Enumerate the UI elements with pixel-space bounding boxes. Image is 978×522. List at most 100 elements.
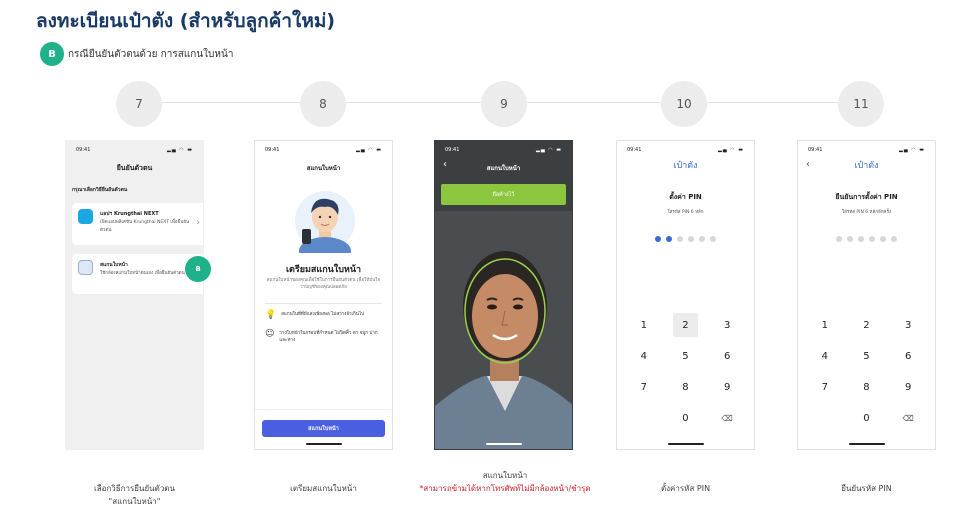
step-9-caption: สแกนใบหน้า *สามารถข้ามได้หากโทรศัพท์ไม่ม…: [410, 469, 600, 495]
keypad-key[interactable]: 2: [672, 313, 699, 337]
caption-line: "สแกนใบหน้า": [108, 497, 161, 506]
pin-dot: [869, 236, 875, 242]
keypad-key[interactable]: 7: [623, 375, 665, 399]
pin-dot: [699, 236, 705, 242]
home-indicator: [848, 443, 885, 445]
step-number: 10: [661, 81, 707, 127]
timeline-connector: [707, 102, 838, 103]
camera-face-preview: [435, 211, 572, 449]
method-label: กรุณาเลือกวิธียืนยันตัวตน: [72, 187, 128, 193]
status-bar: 09:41 ▂▄ ◠ ▬: [808, 147, 925, 153]
caption-note: *สามารถข้ามได้หากโทรศัพท์ไม่มีกล้องหน้า/…: [419, 484, 591, 493]
app-title: เป๋าตัง: [673, 161, 698, 171]
option-face-scan[interactable]: สแกนใบหน้า ใช้กล้องสแกนใบหน้าตนเอง เพื่อ…: [72, 254, 203, 294]
status-time: 09:41: [627, 147, 642, 153]
keypad-key[interactable]: 1: [804, 313, 846, 337]
keypad-key[interactable]: 1: [623, 313, 665, 337]
pin-dot: [710, 236, 716, 242]
pin-dot: [688, 236, 694, 242]
method-marker-badge: B: [185, 256, 211, 282]
method-subtitle-text: กรณียืนยันตัวตนด้วย การสแกนใบหน้า: [68, 48, 234, 60]
status-bar: 09:41 ▂▄ ◠ ▬: [445, 147, 562, 153]
keypad-key[interactable]: 4: [623, 344, 665, 368]
pin-dot: [836, 236, 842, 242]
krungthai-logo-icon: [78, 209, 93, 224]
keypad-blank: [623, 406, 665, 430]
keypad-key[interactable]: 6: [887, 344, 929, 368]
status-time: 09:41: [808, 147, 823, 153]
prepare-description: สแกนใบหน้าของคุณเพื่อใช้ในการยืนยันตัวตน…: [266, 278, 381, 290]
pin-dot: [677, 236, 683, 242]
option-description: ใช้กล้องสแกนใบหน้าตนเอง เพื่อยืนยันตัวตน: [100, 271, 185, 276]
status-bar: 09:41 ▂▄ ◠ ▬: [76, 147, 193, 153]
pin-hint: ใส่รหัส PIN 6 หลักอีกครั้ง: [841, 210, 892, 215]
method-subtitle: B กรณียืนยันตัวตนด้วย การสแกนใบหน้า: [40, 42, 233, 66]
keypad-key[interactable]: 4: [804, 344, 846, 368]
pin-dot: [847, 236, 853, 242]
keypad-key[interactable]: 6: [706, 344, 748, 368]
step-10-caption: ตั้งค่ารหัส PIN: [660, 484, 711, 493]
keypad-key[interactable]: 7: [804, 375, 846, 399]
pin-heading: ตั้งค่า PIN: [669, 193, 702, 201]
step-11-caption: ยืนยันรหัส PIN: [841, 484, 892, 493]
tip-text: วางใบหน้าในกรอบที่กำหนด ไม่ปิดคิ้ว ตา จม…: [279, 331, 378, 343]
keypad-key[interactable]: 2: [846, 313, 888, 337]
pin-hint: ใส่รหัส PIN 6 หลัก: [667, 210, 704, 215]
method-badge: B: [40, 42, 64, 66]
pin-heading: ยืนยันการตั้งค่า PIN: [835, 193, 898, 201]
app-title: เป๋าตัง: [854, 161, 879, 171]
pin-keypad: 1 2 3 4 5 6 7 8 9 0 ⌫: [804, 313, 929, 430]
timeline-connector: [527, 102, 661, 103]
person-with-phone-illustration: [295, 191, 355, 253]
option-krungthai-next[interactable]: แอปฯ Krungthai NEXT เปิดแอปพลิเคชัน Krun…: [72, 203, 203, 245]
keypad-key[interactable]: 5: [846, 344, 888, 368]
pin-dot: [891, 236, 897, 242]
signal-battery-icon: ▂▄ ◠ ▬: [718, 147, 744, 153]
tip-text: สแกนในที่ที่มีแสงเพียงพอ ไม่สว่างจ้าเกิน…: [281, 312, 364, 317]
phone-set-pin: 09:41 ▂▄ ◠ ▬ เป๋าตัง ตั้งค่า PIN ใส่รหัส…: [616, 140, 755, 450]
step-number: 11: [838, 81, 884, 127]
keypad-blank: [804, 406, 846, 430]
home-indicator: [305, 443, 342, 445]
keypad-key[interactable]: 3: [887, 313, 929, 337]
phone-verify-method: 09:41 ▂▄ ◠ ▬ ยืนยันตัวตน กรุณาเลือกวิธีย…: [65, 140, 204, 450]
option-title: แอปฯ Krungthai NEXT: [100, 211, 159, 217]
page-title: ลงทะเบียนเป๋าตัง (สำหรับลูกค้าใหม่): [36, 10, 336, 32]
keypad-key[interactable]: 8: [665, 375, 707, 399]
pin-keypad: 1 2 3 4 5 6 7 8 9 0 ⌫: [623, 313, 748, 430]
backspace-icon[interactable]: ⌫: [887, 406, 929, 430]
face-outline-icon: ☺: [265, 329, 275, 339]
status-time: 09:41: [76, 147, 91, 153]
screen-title: สแกนใบหน้า: [486, 165, 521, 172]
keypad-key[interactable]: 8: [846, 375, 888, 399]
phone-face-scanning: 09:41 ▂▄ ◠ ▬ ‹ สแกนใบหน้า ถือค้างไว้: [434, 140, 573, 450]
home-indicator: [667, 443, 704, 445]
pin-dot: [666, 236, 672, 242]
screen-title: สแกนใบหน้า: [306, 165, 341, 172]
signal-battery-icon: ▂▄ ◠ ▬: [356, 147, 382, 153]
option-description: เปิดแอปพลิเคชัน Krungthai NEXT เพื่อยืนย…: [100, 220, 190, 233]
phone-confirm-pin: 09:41 ▂▄ ◠ ▬ ‹ เป๋าตัง ยืนยันการตั้งค่า …: [797, 140, 936, 450]
divider: [265, 303, 382, 304]
signal-battery-icon: ▂▄ ◠ ▬: [899, 147, 925, 153]
step-8-caption: เตรียมสแกนใบหน้า: [290, 484, 357, 493]
keypad-key[interactable]: 5: [665, 344, 707, 368]
keypad-key[interactable]: 9: [887, 375, 929, 399]
keypad-key[interactable]: 0: [846, 406, 888, 430]
face-scan-icon: [78, 260, 93, 275]
hold-still-banner: ถือค้างไว้: [441, 184, 566, 205]
keypad-key[interactable]: 9: [706, 375, 748, 399]
step-number: 8: [300, 81, 346, 127]
caption-line: เลือกวิธีการยืนยันตัวตน: [94, 484, 175, 493]
step-number: 7: [116, 81, 162, 127]
keypad-key[interactable]: 3: [706, 313, 748, 337]
caption-line: สแกนใบหน้า: [482, 471, 528, 480]
pin-dots: [798, 236, 935, 242]
backspace-icon[interactable]: ⌫: [706, 406, 748, 430]
tip-lighting: 💡 สแกนในที่ที่มีแสงเพียงพอ ไม่สว่างจ้าเก…: [265, 311, 387, 320]
signal-battery-icon: ▂▄ ◠ ▬: [536, 147, 562, 153]
pin-dot: [880, 236, 886, 242]
prepare-heading: เตรียมสแกนใบหน้า: [285, 265, 362, 275]
scan-face-button[interactable]: สแกนใบหน้า: [262, 420, 385, 437]
keypad-key[interactable]: 0: [665, 406, 707, 430]
